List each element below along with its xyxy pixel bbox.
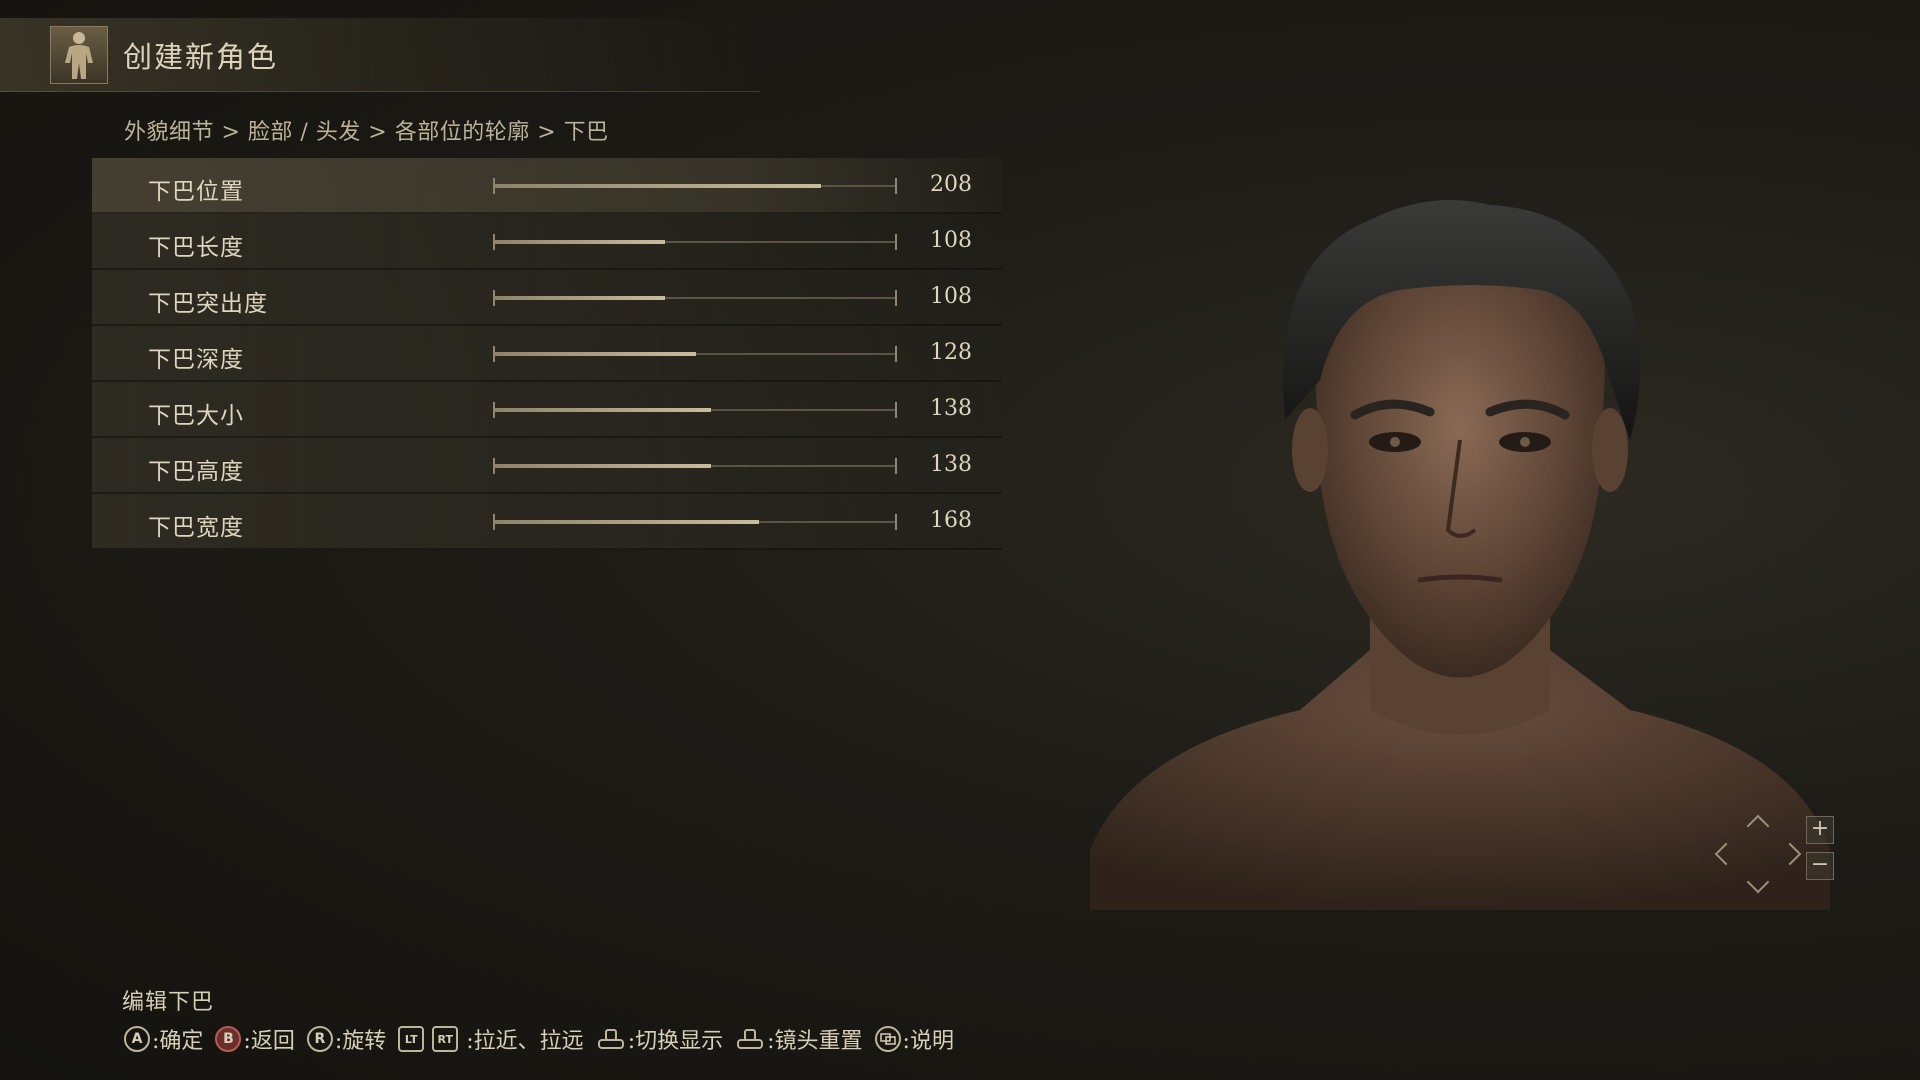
rt-trigger-icon: RT	[432, 1026, 459, 1052]
footer-title: 编辑下巴	[122, 990, 215, 1015]
slider-row-chin-height[interactable]: 下巴高度 138	[92, 438, 1002, 494]
view-button-icon	[874, 1026, 901, 1052]
camera-down-icon[interactable]	[1746, 870, 1770, 894]
slider-value: 208	[930, 172, 972, 197]
page-title: 创建新角色	[123, 40, 279, 74]
breadcrumb: 外貌细节 > 脸部 / 头发 > 各部位的轮廓 > 下巴	[124, 120, 609, 145]
character-face	[1315, 260, 1605, 678]
slider-fill	[495, 184, 822, 188]
slider-track[interactable]	[493, 290, 897, 306]
button-hints: A :确定 B :返回 R :旋转 LT RT :拉近、拉远 :切换显示 :镜头…	[124, 1023, 966, 1055]
r-stick-icon: R	[306, 1026, 333, 1052]
lt-trigger-icon: LT	[398, 1026, 425, 1052]
slider-row-chin-width[interactable]: 下巴宽度 168	[92, 494, 1002, 550]
slider-value: 128	[930, 340, 972, 365]
hint-help[interactable]: :说明	[874, 1023, 954, 1055]
character-body-icon	[50, 26, 108, 84]
slider-value: 138	[930, 452, 972, 477]
slider-track[interactable]	[493, 346, 897, 362]
slider-row-chin-depth[interactable]: 下巴深度 128	[92, 326, 1002, 382]
slider-track[interactable]	[493, 514, 897, 530]
zoom-out-button[interactable]: −	[1806, 852, 1834, 880]
slider-label: 下巴宽度	[148, 515, 244, 541]
slider-row-chin-size[interactable]: 下巴大小 138	[92, 382, 1002, 438]
hint-back[interactable]: B :返回	[215, 1023, 295, 1055]
slider-track[interactable]	[493, 458, 897, 474]
header-bar: 创建新角色	[0, 18, 760, 92]
camera-controls: + −	[1710, 810, 1850, 900]
hint-confirm[interactable]: A :确定	[124, 1023, 203, 1055]
slider-value: 168	[930, 508, 972, 533]
character-preview[interactable]	[1070, 150, 1850, 920]
slider-label: 下巴突出度	[148, 291, 268, 317]
camera-up-icon[interactable]	[1746, 814, 1770, 838]
slider-label: 下巴位置	[148, 179, 244, 205]
a-button-icon: A	[124, 1026, 150, 1052]
slider-track[interactable]	[493, 234, 897, 250]
slider-fill	[495, 408, 712, 412]
slider-fill	[495, 520, 759, 524]
hint-camera-reset[interactable]: :镜头重置	[735, 1023, 863, 1055]
slider-label: 下巴长度	[148, 235, 244, 261]
hint-zoom[interactable]: LT RT :拉近、拉远	[398, 1023, 584, 1055]
slider-value: 108	[930, 228, 972, 253]
slider-row-chin-position[interactable]: 下巴位置 208	[92, 158, 1002, 214]
slider-row-chin-protrusion[interactable]: 下巴突出度 108	[92, 270, 1002, 326]
zoom-in-button[interactable]: +	[1806, 816, 1834, 844]
slider-list: 下巴位置 208 下巴长度 108 下巴突出度 108 下巴深度 128 下巴大…	[92, 158, 1002, 550]
slider-value: 108	[930, 284, 972, 309]
slider-label: 下巴高度	[148, 459, 244, 485]
camera-left-icon[interactable]	[1714, 842, 1738, 866]
camera-right-icon[interactable]	[1778, 842, 1802, 866]
slider-row-chin-length[interactable]: 下巴长度 108	[92, 214, 1002, 270]
b-button-icon: B	[215, 1026, 242, 1052]
slider-fill	[495, 352, 696, 356]
slider-fill	[495, 296, 665, 300]
left-stick-press-icon	[596, 1026, 626, 1052]
slider-fill	[495, 240, 665, 244]
slider-label: 下巴深度	[148, 347, 244, 373]
right-stick-press-icon	[735, 1026, 765, 1052]
slider-fill	[495, 464, 712, 468]
slider-track[interactable]	[493, 178, 897, 194]
hint-rotate[interactable]: R :旋转	[306, 1023, 386, 1055]
slider-label: 下巴大小	[148, 403, 244, 429]
slider-track[interactable]	[493, 402, 897, 418]
hint-toggle-display[interactable]: :切换显示	[596, 1023, 723, 1055]
slider-value: 138	[930, 396, 972, 421]
